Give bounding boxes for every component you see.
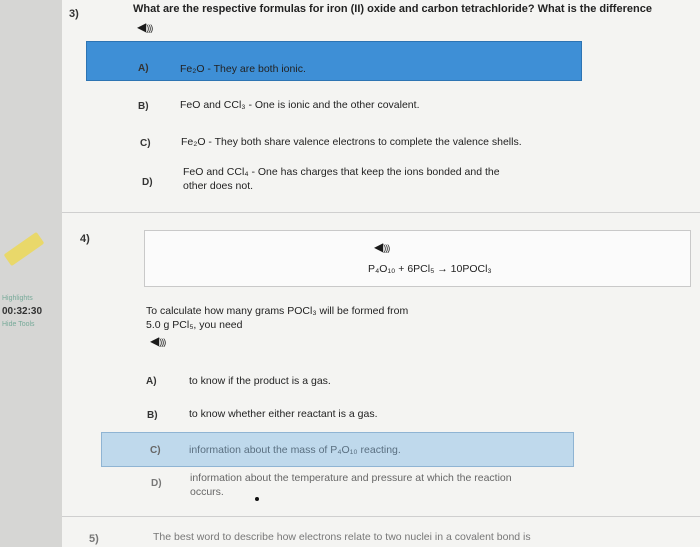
question-4-text-line2: 5.0 g PCl₅, you need [146,319,243,331]
q4-option-a-letter[interactable]: A) [146,376,157,387]
q3-option-a-letter[interactable]: A) [138,63,149,74]
question-4-text-line1: To calculate how many grams POCl₃ will b… [146,305,409,317]
question-3-number: 3) [69,8,79,20]
speaker-icon[interactable]: ◀))) [374,240,390,254]
speaker-icon[interactable]: ◀))) [137,20,153,34]
option-a-selected-highlight[interactable] [86,41,582,81]
question-5-text: The best word to describe how electrons … [153,531,531,543]
q4-option-c-letter[interactable]: C) [150,445,161,456]
equation-box [144,230,691,287]
timer: 00:32:30 [2,306,43,317]
q4-option-d-letter[interactable]: D) [151,478,162,489]
highlights-label[interactable]: Highlights [2,295,33,302]
speaker-icon[interactable]: ◀))) [150,334,166,348]
left-sidebar: Highlights 00:32:30 Hide Tools [0,0,62,547]
q3-option-d-text[interactable]: FeO and CCl₄ - One has charges that keep… [183,165,523,193]
q4-option-b-text[interactable]: to know whether either reactant is a gas… [189,407,378,421]
q3-option-b-text[interactable]: FeO and CCl₃ - One is ionic and the othe… [180,98,419,112]
q3-option-c-letter[interactable]: C) [140,138,151,149]
question-3-text: What are the respective formulas for iro… [133,3,652,15]
highlighter-icon[interactable] [3,231,45,267]
question-4-number: 4) [80,233,90,245]
question-5-number: 5) [89,533,99,545]
cursor-dot [255,497,259,501]
q4-option-c-text[interactable]: information about the mass of P₄O₁₀ reac… [189,443,401,457]
q3-option-d-letter[interactable]: D) [142,177,153,188]
q4-option-b-letter[interactable]: B) [147,410,158,421]
hide-tools-link[interactable]: Hide Tools [2,321,35,328]
divider [62,516,700,517]
q3-option-b-letter[interactable]: B) [138,101,149,112]
q4-option-a-text[interactable]: to know if the product is a gas. [189,374,331,388]
q3-option-a-text[interactable]: Fe₂O - They are both ionic. [180,62,306,76]
q4-option-d-text[interactable]: information about the temperature and pr… [190,471,520,499]
q3-option-c-text[interactable]: Fe₂O - They both share valence electrons… [181,135,522,149]
equation-text: P₄O₁₀ + 6PCl₅ → 10POCl₃ [368,263,492,275]
divider [62,212,700,213]
